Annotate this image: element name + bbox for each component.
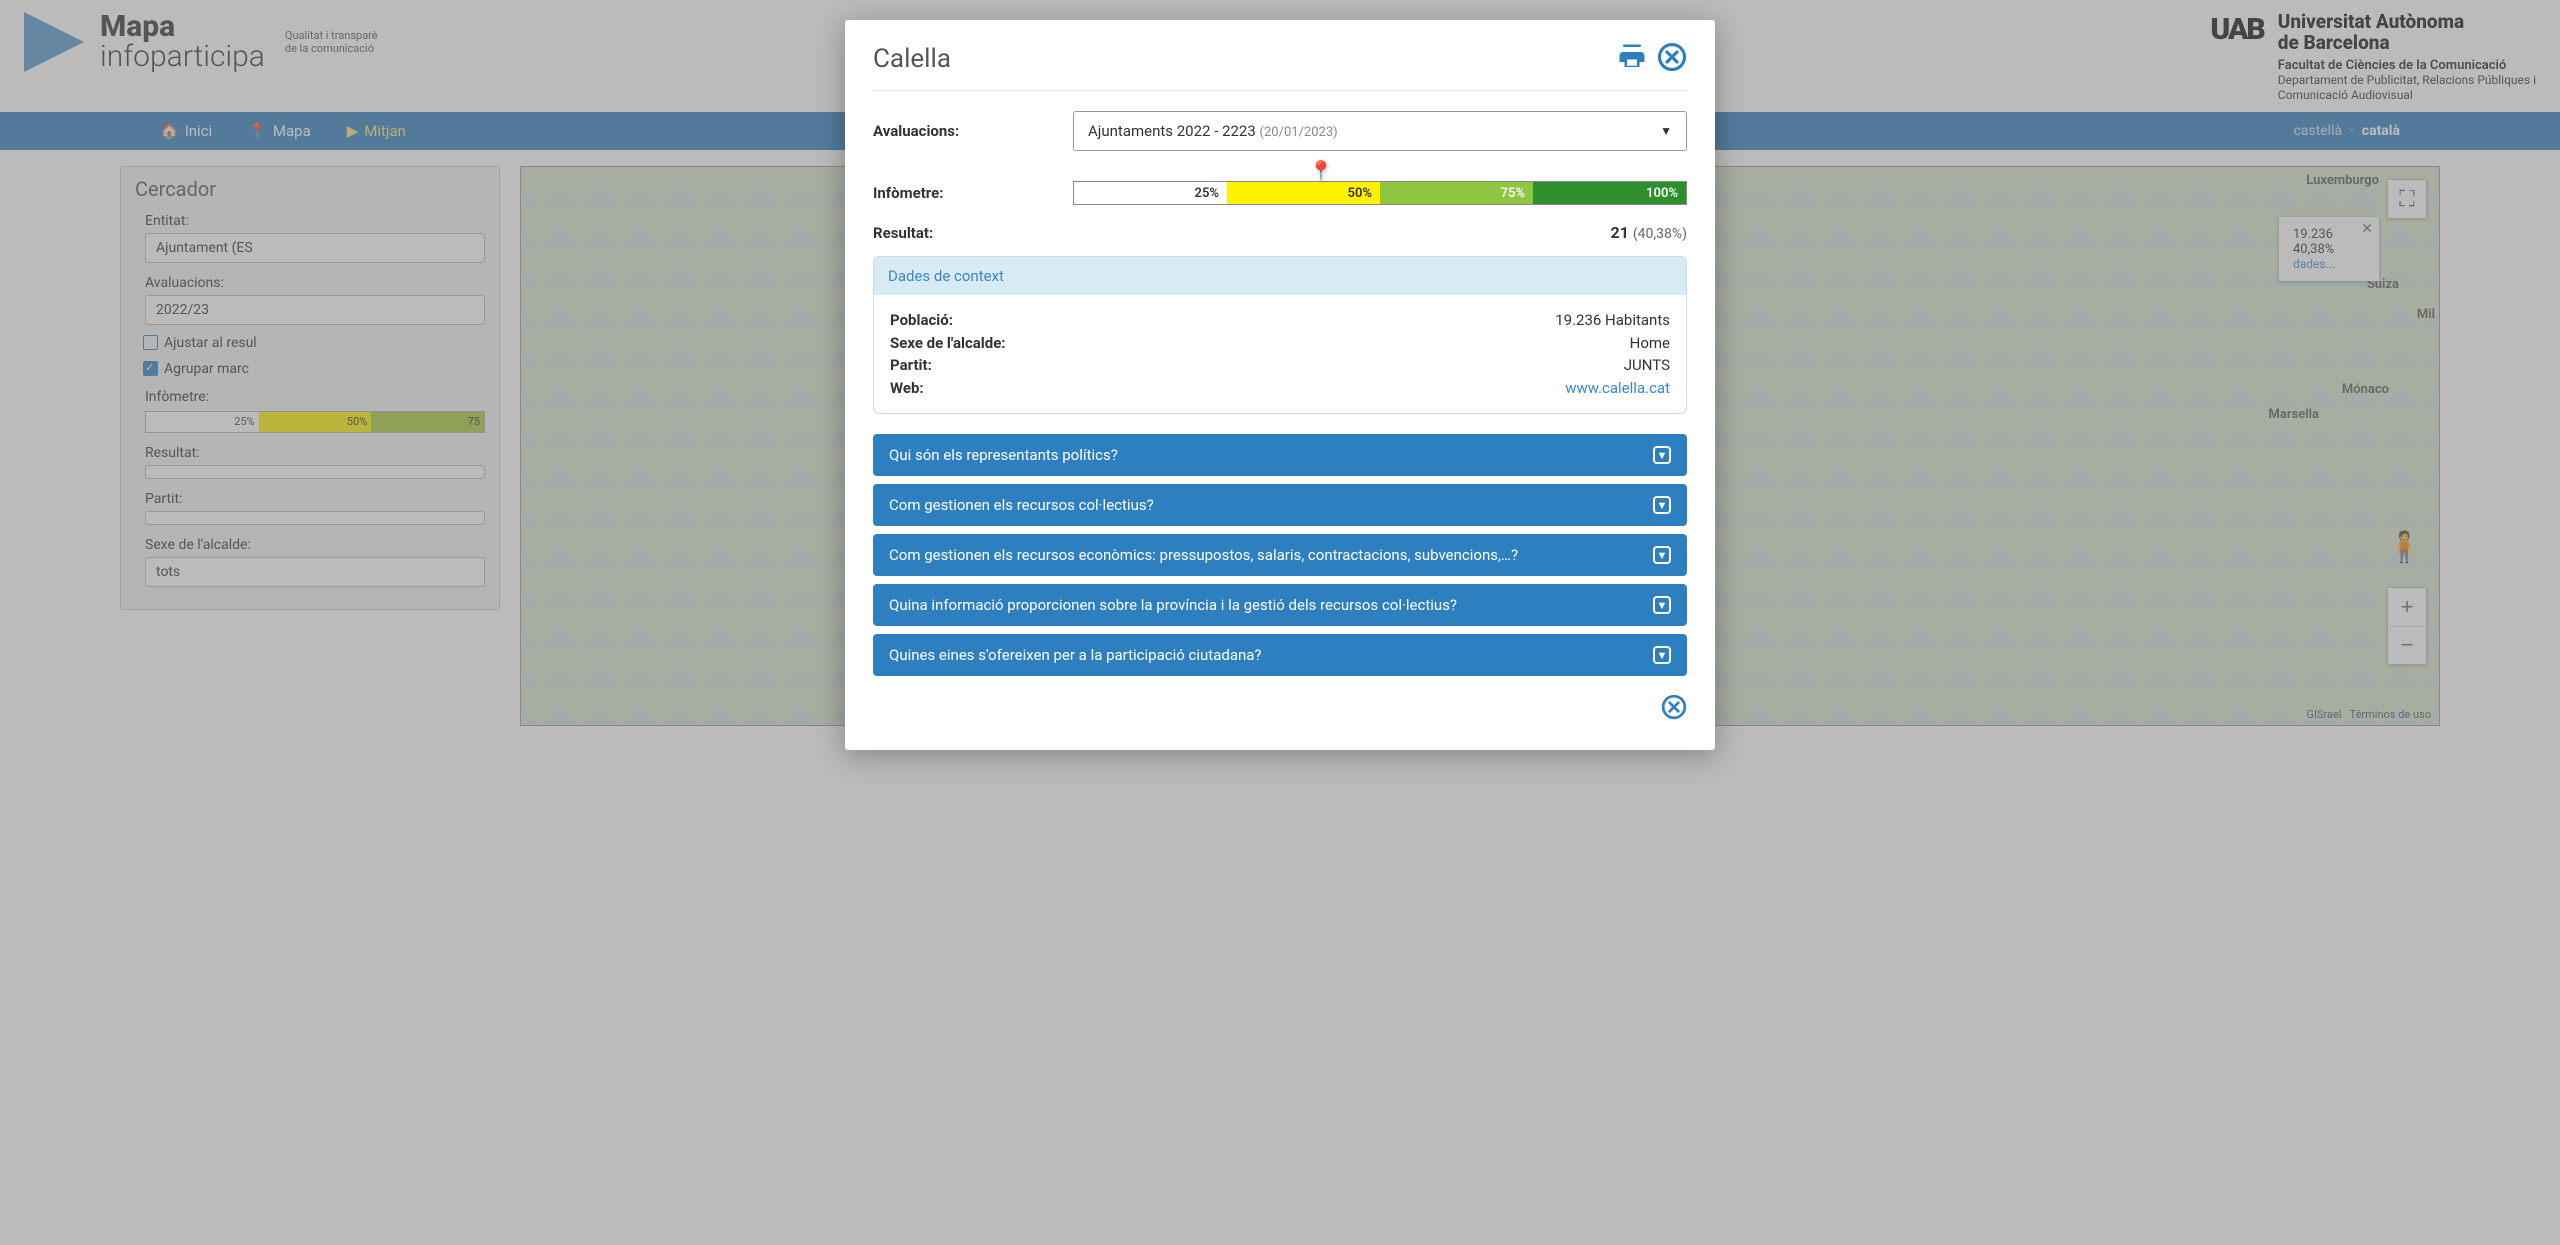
chevron-down-icon: ▼ [1653, 496, 1671, 514]
eval-label: Avaluacions: [873, 122, 1073, 140]
acc-item-0[interactable]: Qui són els representants polítics? ▼ [873, 434, 1687, 476]
print-button[interactable] [1617, 42, 1647, 76]
close-circle-icon [1657, 42, 1687, 72]
acc-item-2[interactable]: Com gestionen els recursos econòmics: pr… [873, 534, 1687, 576]
acc-item-4[interactable]: Quines eines s'ofereixen per a la partic… [873, 634, 1687, 676]
chevron-down-icon: ▼ [1653, 646, 1671, 664]
result-value: 21 (40,38%) [1611, 223, 1687, 242]
marker-icon: 📍 [1308, 159, 1333, 183]
print-icon [1617, 42, 1647, 72]
modal-overlay[interactable]: Calella Avaluacions: Ajuntaments 2022 - … [0, 0, 2560, 1245]
close-circle-icon [1661, 694, 1687, 720]
eval-dropdown[interactable]: Ajuntaments 2022 - 2223 (20/01/2023) ▼ [1073, 111, 1687, 151]
chevron-down-icon: ▼ [1653, 446, 1671, 464]
close-button[interactable] [1657, 42, 1687, 76]
acc-item-3[interactable]: Quina informació proporcionen sobre la p… [873, 584, 1687, 626]
acc-item-1[interactable]: Com gestionen els recursos col·lectius? … [873, 484, 1687, 526]
web-link[interactable]: www.calella.cat [1565, 377, 1670, 400]
modal-title: Calella [873, 44, 951, 74]
context-title: Dades de context [874, 257, 1686, 295]
accordion: Qui són els representants polítics? ▼ Co… [873, 434, 1687, 676]
infometer-bar: 25% 50% 75% 100% [1073, 181, 1687, 205]
infometer-label: Infòmetre: [873, 184, 1073, 202]
result-label: Resultat: [873, 224, 933, 242]
chevron-down-icon: ▼ [1660, 124, 1672, 138]
modal: Calella Avaluacions: Ajuntaments 2022 - … [845, 20, 1715, 750]
chevron-down-icon: ▼ [1653, 546, 1671, 564]
context-box: Dades de context Població: 19.236 Habita… [873, 256, 1687, 414]
footer-close-button[interactable] [1661, 694, 1687, 724]
chevron-down-icon: ▼ [1653, 596, 1671, 614]
